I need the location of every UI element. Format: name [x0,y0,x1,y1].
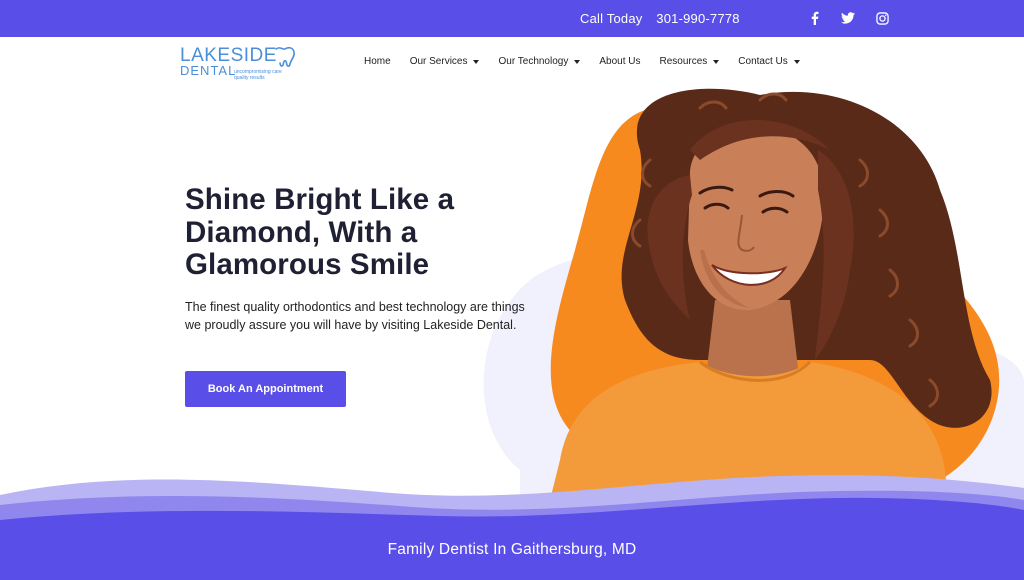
nav-contact-us[interactable]: Contact Us [738,56,800,67]
chevron-down-icon [574,59,581,64]
footer-banner-title: Family Dentist In Gaithersburg, MD [387,541,637,558]
facebook-icon[interactable] [805,9,823,27]
nav-label: Our Services [409,56,468,67]
chevron-down-icon [713,59,720,64]
wave-middle [0,490,1024,580]
wave-back [0,475,1024,580]
chevron-down-icon [793,59,800,64]
nav-label: Contact Us [738,56,788,67]
instagram-icon[interactable] [873,9,891,27]
book-appointment-button[interactable]: Book An Appointment [185,371,346,407]
call-label: Call Today [580,11,643,26]
top-bar: Call Today 301-990-7778 [0,0,1024,37]
lavender-blob [483,253,1024,520]
nav-resources[interactable]: Resources [659,56,720,67]
nav-label: About Us [599,56,641,67]
hero-description: The finest quality orthodontics and best… [185,300,525,332]
nav-our-services[interactable]: Our Services [410,56,480,67]
phone-number[interactable]: 301-990-7778 [656,11,739,26]
logo-tagline-2: quality results [234,75,265,81]
twitter-icon[interactable] [839,9,857,27]
nav-label: Home [364,56,391,67]
nav-about-us[interactable]: About Us [599,56,640,67]
lakeside-dental-logo[interactable]: LAKESIDE DENTAL uncompromising care qual… [180,44,300,82]
call-today[interactable]: Call Today 301-990-7778 [580,11,740,26]
nav-label: Our Technology [498,56,569,67]
tooth-icon [275,46,295,67]
hero-woman-image [545,88,992,520]
wave-front [0,497,1024,580]
logo-line-2: DENTAL [180,63,237,78]
main-nav: Home Our Services Our Technology About U… [364,56,800,67]
nav-home[interactable]: Home [364,56,391,67]
hero-artwork [0,88,1024,580]
chevron-down-icon [473,59,480,64]
nav-label: Resources [659,56,708,67]
hero-title: Shine Bright Like a Diamond, With a Glam… [185,183,455,281]
nav-our-technology[interactable]: Our Technology [498,56,581,67]
orange-blob [550,104,1000,506]
